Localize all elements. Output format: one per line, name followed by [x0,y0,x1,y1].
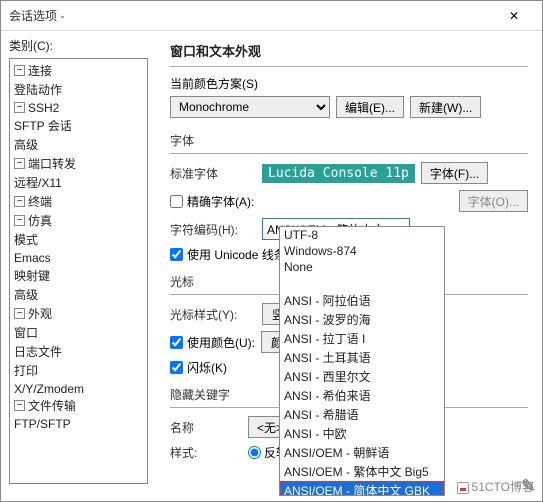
tree-label: SSH2 [28,101,59,115]
tree-item[interactable]: FTP/SFTP [14,415,143,432]
scheme-label: 当前颜色方案(S) [170,75,528,92]
dropdown-option[interactable]: None [280,259,444,275]
tree-label: 终端 [28,195,52,209]
tree-item[interactable]: 远程/X11 [14,173,143,192]
tree-label: X/Y/Zmodem [14,381,84,395]
tree-item[interactable]: −外观 [14,304,143,323]
tree-label: 窗口 [14,326,38,340]
dropdown-option[interactable]: ANSI - 希伯来语 [280,386,444,405]
divider [170,153,528,154]
tree-label: 日志文件 [14,345,62,359]
tree-item[interactable]: 高级 [14,135,143,154]
category-tree[interactable]: −连接登陆动作−SSH2SFTP 会话高级−端口转发远程/X11−终端−仿真模式… [9,58,148,484]
dropdown-option[interactable]: ANSI - 波罗的海 [280,310,444,329]
tree-label: 打印 [14,364,38,378]
blink-checkbox[interactable]: 闪烁(K) [170,359,227,376]
divider [170,66,528,67]
tree-label: 远程/X11 [14,176,62,190]
use-color-checkbox[interactable]: 使用颜色(U): [170,334,255,351]
dialog-body: 类别(C): −连接登陆动作−SSH2SFTP 会话高级−端口转发远程/X11−… [1,31,542,501]
tree-item[interactable]: −端口转发 [14,154,143,173]
tree-item[interactable]: 打印 [14,361,143,380]
font-button[interactable]: 字体(F)... [421,162,488,184]
tree-label: SFTP 会话 [14,119,72,133]
dropdown-option[interactable]: UTF-8 [280,227,444,243]
tree-toggle-icon[interactable]: − [14,196,25,207]
close-icon: ✕ [509,9,519,23]
tree-toggle-icon[interactable]: − [14,215,25,226]
dropdown-option[interactable]: ANSI - 拉丁语 I [280,329,444,348]
encoding-dropdown[interactable]: UTF-8Windows-874None ANSI - 阿拉伯语ANSI - 波… [279,226,445,496]
dropdown-option[interactable]: ANSI - 阿拉伯语 [280,291,444,310]
dropdown-option[interactable]: ANSI - 西里尔文 [280,367,444,386]
tree-label: 高级 [14,138,38,152]
tree-item[interactable]: 映射键 [14,266,143,285]
tree-item[interactable]: SFTP 会话 [14,116,143,135]
tree-item[interactable]: Emacs [14,249,143,266]
tree-item[interactable]: −文件传输 [14,396,143,415]
new-button[interactable]: 新建(W)... [410,96,481,118]
style-label: 样式: [170,444,242,461]
dropdown-option[interactable]: ANSI - 土耳其语 [280,348,444,367]
precise-font-checkbox[interactable]: 精确字体(A): [170,193,254,210]
dropdown-option[interactable]: ANSI/OEM - 繁体中文 Big5 [280,462,444,481]
font-section-label: 字体 [170,132,528,149]
tree-label: 端口转发 [28,157,76,171]
tree-toggle-icon[interactable]: − [14,158,25,169]
name-label: 名称 [170,419,242,436]
dropdown-option[interactable] [280,275,444,291]
tree-item[interactable]: −连接 [14,61,143,80]
tree-label: 仿真 [28,214,52,228]
tree-item[interactable]: 窗口 [14,323,143,342]
tree-label: 映射键 [14,269,50,283]
dropdown-option[interactable]: ANSI - 中欧 [280,424,444,443]
tree-label: FTP/SFTP [14,417,71,431]
tree-label: 连接 [28,64,52,78]
tree-item[interactable]: −终端 [14,192,143,211]
dropdown-option[interactable]: ANSI/OEM - 简体中文 GBK [280,481,444,496]
window-title: 会话选项 - [9,7,494,24]
tree-toggle-icon[interactable]: − [14,308,25,319]
unicode-lines-checkbox[interactable]: 使用 Unicode 线条 [170,246,286,263]
sidebar: 类别(C): −连接登陆动作−SSH2SFTP 会话高级−端口转发远程/X11−… [1,31,156,501]
tree-item[interactable]: 登陆动作 [14,80,143,99]
titlebar: 会话选项 - ✕ [1,1,542,31]
cursor-style-label: 光标样式(Y): [170,306,256,323]
tree-toggle-icon[interactable]: − [14,400,25,411]
brush-icon: ✎ [521,476,536,497]
tree-item[interactable]: −仿真 [14,211,143,230]
tree-label: 文件传输 [28,399,76,413]
tree-label: 外观 [28,307,52,321]
tree-label: 高级 [14,288,38,302]
edit-button[interactable]: 编辑(E)... [336,96,404,118]
dropdown-option[interactable]: Windows-874 [280,243,444,259]
tree-item[interactable]: 模式 [14,230,143,249]
std-font-label: 标准字体 [170,165,256,182]
close-button[interactable]: ✕ [494,1,534,31]
tree-toggle-icon[interactable]: − [14,102,25,113]
tree-item[interactable]: X/Y/Zmodem [14,380,143,397]
tree-label: 模式 [14,233,38,247]
tree-item[interactable]: 高级 [14,285,143,304]
category-label: 类别(C): [9,37,148,54]
dropdown-option[interactable]: ANSI/OEM - 朝鲜语 [280,443,444,462]
panel-heading: 窗口和文本外观 [170,41,528,60]
encoding-label: 字符编码(H): [170,221,256,238]
tree-item[interactable]: −SSH2 [14,99,143,116]
dropdown-option[interactable]: ANSI - 希腊语 [280,405,444,424]
tree-label: Emacs [14,251,51,265]
font-button-2[interactable]: 字体(O)... [459,190,528,212]
tree-label: 登陆动作 [14,83,62,97]
tree-toggle-icon[interactable]: − [14,65,25,76]
scheme-combo[interactable]: Monochrome [170,96,330,118]
std-font-preview: Lucida Console 11p [262,164,415,183]
tree-item[interactable]: 日志文件 [14,342,143,361]
